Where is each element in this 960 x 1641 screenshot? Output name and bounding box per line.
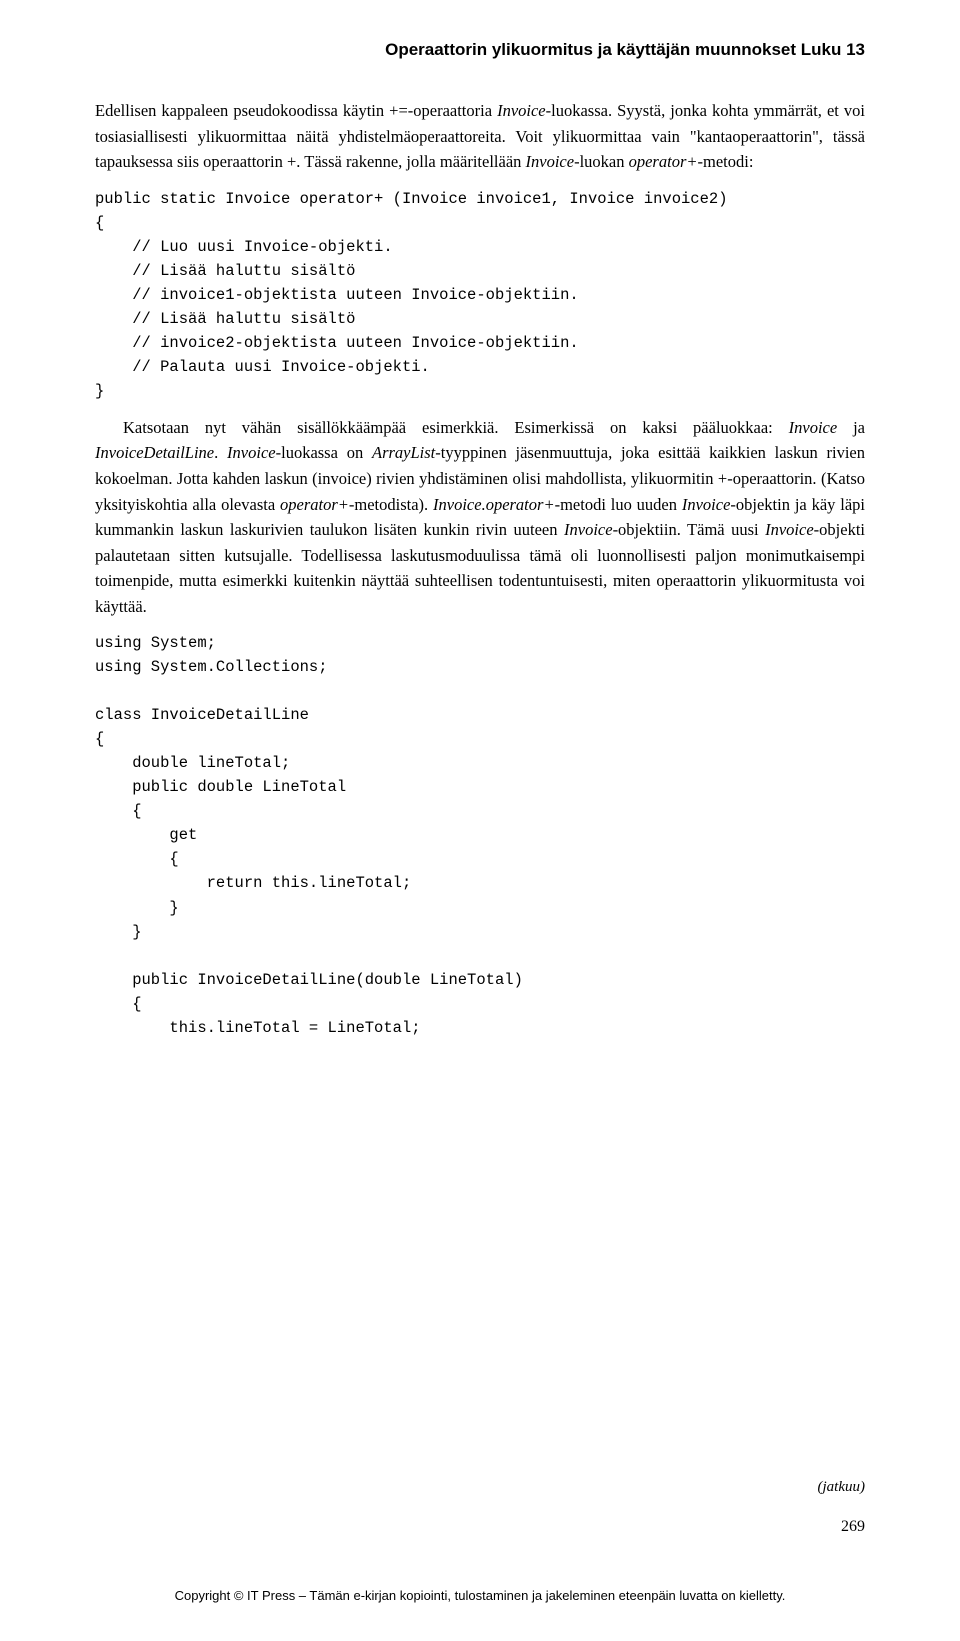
text: -luokassa on: [276, 443, 372, 462]
text: -metodista).: [349, 495, 433, 514]
emphasis: Invoice: [682, 495, 731, 514]
text: -luokan: [574, 152, 629, 171]
text: Edellisen kappaleen pseudokoodissa käyti…: [95, 101, 497, 120]
emphasis: Invoice.operator+: [433, 495, 555, 514]
code-block-2: using System; using System.Collections; …: [95, 631, 865, 1039]
chapter-header: Operaattorin ylikuormitus ja käyttäjän m…: [95, 40, 865, 60]
paragraph-2: Katsotaan nyt vähän sisällökkäämpää esim…: [95, 415, 865, 620]
text: -metodi luo uuden: [555, 495, 682, 514]
emphasis: operator+: [280, 495, 349, 514]
code-block-1: public static Invoice operator+ (Invoice…: [95, 187, 865, 403]
text: ja: [837, 418, 865, 437]
emphasis: ArrayList: [372, 443, 435, 462]
emphasis: Invoice: [526, 152, 575, 171]
emphasis: Invoice: [765, 520, 814, 539]
copyright-footer: Copyright © IT Press – Tämän e-kirjan ko…: [0, 1588, 960, 1603]
emphasis: operator+: [629, 152, 698, 171]
emphasis: Invoice: [564, 520, 613, 539]
text: .: [214, 443, 227, 462]
paragraph-1: Edellisen kappaleen pseudokoodissa käyti…: [95, 98, 865, 175]
text: Katsotaan nyt vähän sisällökkäämpää esim…: [123, 418, 789, 437]
page-number: 269: [841, 1518, 865, 1536]
text: -objektiin. Tämä uusi: [613, 520, 766, 539]
emphasis: InvoiceDetailLine: [95, 443, 214, 462]
emphasis: Invoice: [789, 418, 838, 437]
text: -metodi:: [698, 152, 754, 171]
emphasis: Invoice: [497, 101, 546, 120]
emphasis: Invoice: [227, 443, 276, 462]
continuation-label: (jatkuu): [818, 1479, 865, 1496]
